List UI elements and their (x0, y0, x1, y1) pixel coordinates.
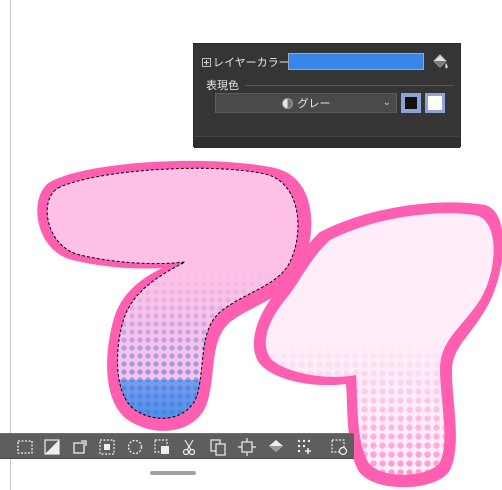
expression-color-label: 表現色 (206, 79, 239, 92)
ruler-guide-line (10, 0, 11, 490)
convert-to-halftone-icon[interactable] (296, 438, 314, 456)
layer-color-label: レイヤーカラー (213, 56, 290, 69)
deselect-icon[interactable] (16, 438, 34, 456)
invert-selection-icon[interactable] (43, 438, 61, 456)
cut-paste-icon[interactable] (181, 438, 199, 456)
crop-icon[interactable] (71, 438, 89, 456)
layer-color-row: レイヤーカラー (202, 52, 290, 72)
expression-color-value: グレー (297, 97, 331, 110)
shrink-selection-icon[interactable] (153, 438, 171, 456)
copy-paste-icon[interactable] (209, 438, 227, 456)
selection-settings-icon[interactable] (330, 438, 348, 456)
expression-color-select[interactable]: グレー ⌄ (215, 93, 397, 113)
panel-lower-strip (194, 136, 460, 148)
layer-color-swatch[interactable] (288, 53, 424, 70)
section-divider (245, 84, 454, 86)
chevron-down-icon: ⌄ (382, 97, 391, 108)
sub-color-swatch[interactable] (425, 93, 445, 113)
expand-plus-icon[interactable] (202, 57, 211, 67)
expression-color-section: 表現色 (206, 77, 454, 93)
gray-mode-icon (281, 97, 293, 109)
drag-handle-bar[interactable] (150, 471, 196, 475)
transform-icon[interactable] (238, 438, 256, 456)
expand-selection-icon[interactable] (126, 438, 144, 456)
show-selection-icon[interactable] (98, 438, 116, 456)
fill-bucket-icon[interactable] (430, 52, 450, 72)
main-color-swatch[interactable] (401, 93, 421, 113)
layer-property-panel: レイヤーカラー 表現色 グレー ⌄ (193, 43, 461, 148)
fill-icon[interactable] (267, 438, 285, 456)
selection-launcher-toolbar (0, 433, 354, 459)
